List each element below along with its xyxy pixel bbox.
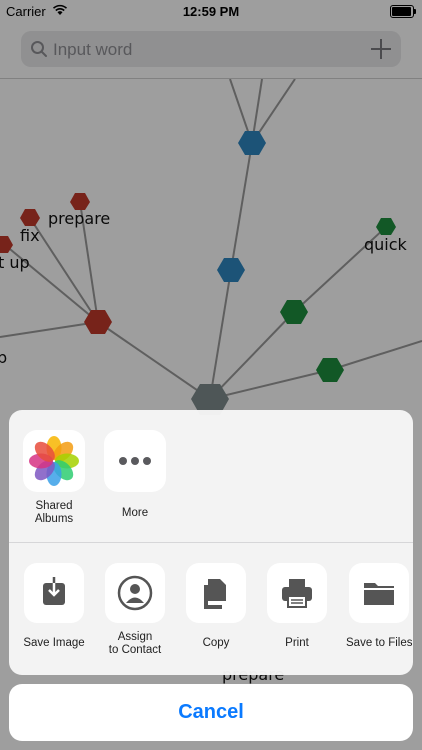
more-icon	[104, 430, 166, 492]
share-app-shared-albums[interactable]: Shared Albums	[14, 430, 94, 526]
action-save-image[interactable]: Save Image	[14, 563, 94, 650]
save-image-icon	[24, 563, 84, 623]
share-app-label: Shared Albums	[34, 500, 74, 525]
action-print[interactable]: Print	[257, 563, 337, 650]
share-apps-row: Shared Albums More	[9, 410, 413, 542]
action-label: Copy	[202, 637, 230, 649]
share-sheet: Shared Albums More Save Image Assign to …	[9, 410, 413, 675]
action-label: Save Image	[23, 637, 85, 649]
action-assign-to-contact[interactable]: Assign to Contact	[95, 563, 175, 657]
folder-icon	[349, 563, 409, 623]
share-app-label: More	[121, 507, 149, 519]
action-label: Assign to Contact	[108, 631, 162, 656]
action-label: Print	[285, 637, 309, 649]
action-copy[interactable]: Copy	[176, 563, 256, 650]
share-app-more[interactable]: More	[95, 430, 175, 520]
action-label: Save to Files	[346, 637, 413, 649]
contact-icon	[105, 563, 165, 623]
action-save-to-files[interactable]: Save to Files	[339, 563, 413, 650]
copy-icon	[186, 563, 246, 623]
cancel-button[interactable]: Cancel	[9, 684, 413, 741]
photos-icon	[23, 430, 85, 492]
share-actions-row: Save Image Assign to Contact Copy Print …	[9, 543, 413, 675]
print-icon	[267, 563, 327, 623]
